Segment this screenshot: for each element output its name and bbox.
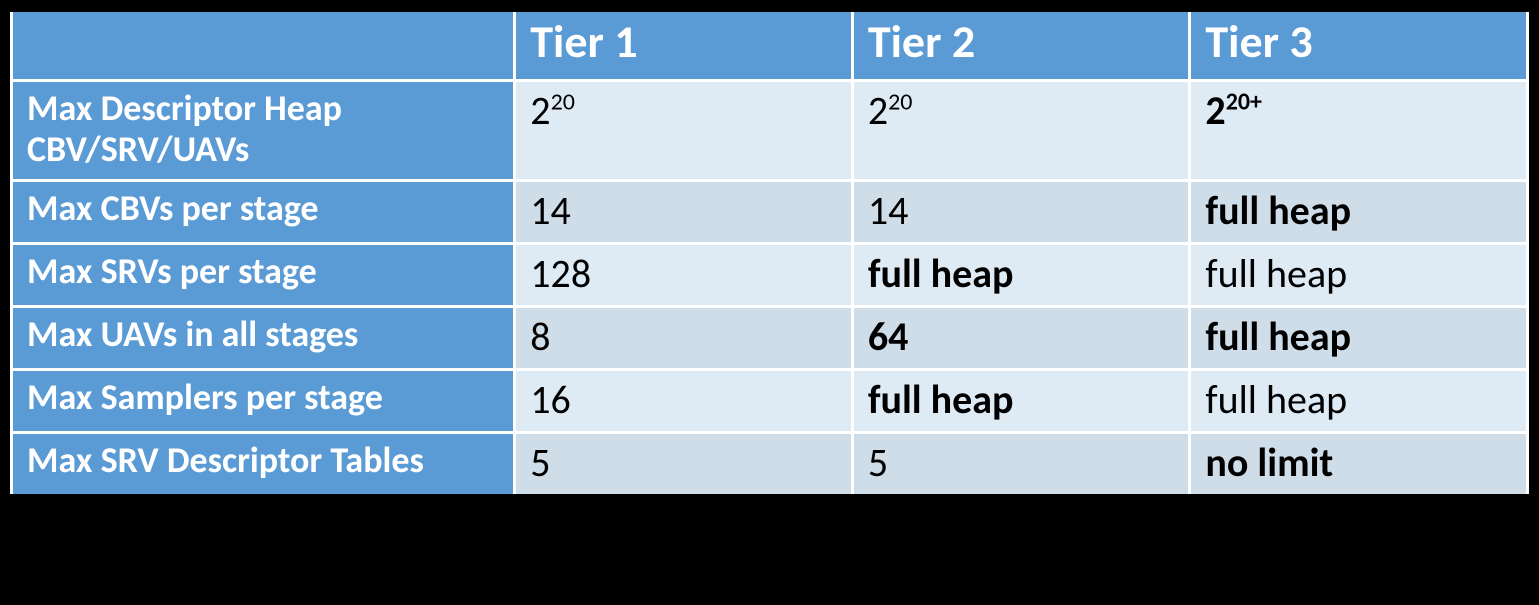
row-label-srv-tables: Max SRV Descriptor Tables (12, 432, 515, 496)
table-row: Max SRVs per stage 128 full heap full he… (12, 243, 1528, 306)
header-tier2: Tier 2 (852, 10, 1190, 80)
cell-r4-t1: 16 (515, 369, 853, 432)
table-container: Tier 1 Tier 2 Tier 3 Max Descriptor Heap… (0, 0, 1539, 605)
table-row: Max Samplers per stage 16 full heap full… (12, 369, 1528, 432)
cell-r5-t2: 5 (852, 432, 1190, 496)
row-label-line1: Max Descriptor Heap (27, 86, 342, 130)
header-blank (12, 10, 515, 80)
row-label-line2: CBV/SRV/UAVs (27, 127, 249, 171)
cell-r0-t1: 220 (515, 80, 853, 180)
cell-r1-t3: full heap (1190, 180, 1528, 243)
cell-r2-t3: full heap (1190, 243, 1528, 306)
table-row: Max CBVs per stage 14 14 full heap (12, 180, 1528, 243)
table-row: Max Descriptor Heap CBV/SRV/UAVs 220 220… (12, 80, 1528, 180)
row-label-cbv: Max CBVs per stage (12, 180, 515, 243)
cell-r1-t2: 14 (852, 180, 1190, 243)
cell-r0-t2: 220 (852, 80, 1190, 180)
value-exp: 20+ (1226, 88, 1262, 117)
table-row: Max SRV Descriptor Tables 5 5 no limit (12, 432, 1528, 496)
resource-binding-tier-table: Tier 1 Tier 2 Tier 3 Max Descriptor Heap… (10, 8, 1529, 498)
row-label-desc-heap: Max Descriptor Heap CBV/SRV/UAVs (12, 80, 515, 180)
cell-r3-t1: 8 (515, 306, 853, 369)
cell-r0-t3: 220+ (1190, 80, 1528, 180)
cell-r3-t3: full heap (1190, 306, 1528, 369)
cell-r1-t1: 14 (515, 180, 853, 243)
cell-r4-t3: full heap (1190, 369, 1528, 432)
cell-r2-t2: full heap (852, 243, 1190, 306)
header-tier1: Tier 1 (515, 10, 853, 80)
value-exp: 20 (888, 88, 912, 117)
header-tier3: Tier 3 (1190, 10, 1528, 80)
cell-r5-t3: no limit (1190, 432, 1528, 496)
header-row: Tier 1 Tier 2 Tier 3 (12, 10, 1528, 80)
table-row: Max UAVs in all stages 8 64 full heap (12, 306, 1528, 369)
value-base: 2 (530, 86, 550, 135)
row-label-sampler: Max Samplers per stage (12, 369, 515, 432)
cell-r3-t2: 64 (852, 306, 1190, 369)
cell-r4-t2: full heap (852, 369, 1190, 432)
value-exp: 20 (551, 88, 575, 117)
row-label-uav: Max UAVs in all stages (12, 306, 515, 369)
cell-r5-t1: 5 (515, 432, 853, 496)
row-label-srv: Max SRVs per stage (12, 243, 515, 306)
value-base: 2 (868, 86, 888, 135)
cell-r2-t1: 128 (515, 243, 853, 306)
value-base: 2 (1205, 86, 1225, 135)
